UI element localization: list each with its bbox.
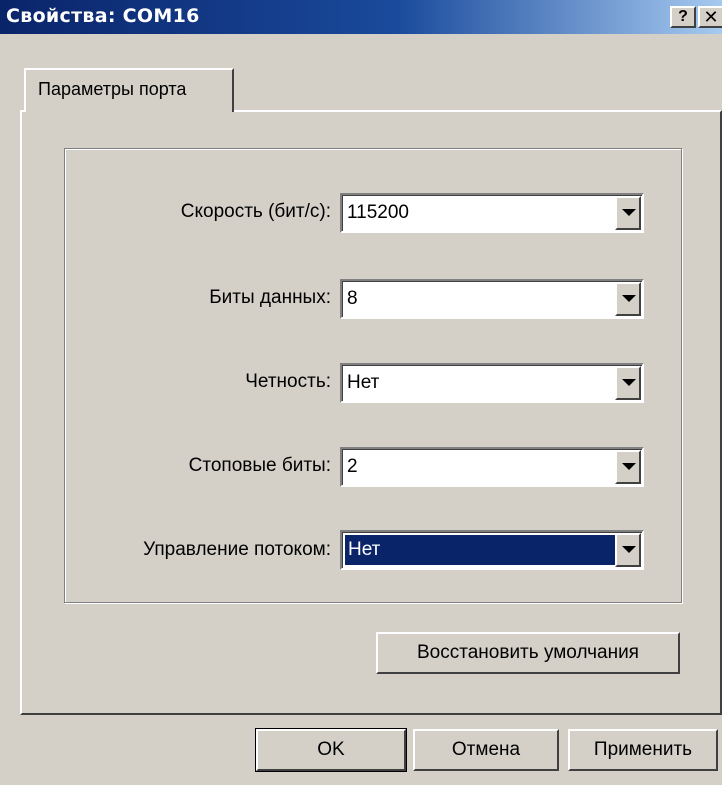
cancel-button[interactable]: Отмена bbox=[413, 729, 559, 771]
close-button[interactable]: ✕ bbox=[698, 6, 722, 28]
baud-rate-label: Скорость (бит/с): bbox=[180, 201, 331, 222]
ok-button[interactable]: OK bbox=[255, 728, 407, 772]
tab-port-settings[interactable]: Параметры порта bbox=[24, 68, 234, 112]
flow-control-select[interactable]: Нет bbox=[340, 530, 644, 570]
chevron-down-icon[interactable] bbox=[615, 450, 641, 484]
tab-port-settings-label: Параметры порта bbox=[38, 79, 187, 99]
data-bits-label: Биты данных: bbox=[209, 287, 331, 308]
help-button[interactable]: ? bbox=[670, 6, 696, 28]
flow-control-label: Управление потоком: bbox=[143, 539, 331, 560]
chevron-down-icon[interactable] bbox=[615, 282, 641, 316]
baud-rate-select[interactable]: 115200 bbox=[340, 193, 644, 233]
stop-bits-label: Стоповые биты: bbox=[188, 455, 331, 476]
title-bar[interactable]: Свойства: COM16 ? ✕ bbox=[0, 0, 722, 34]
chevron-down-icon[interactable] bbox=[615, 196, 641, 230]
parity-select[interactable]: Нет bbox=[340, 363, 644, 403]
restore-defaults-button[interactable]: Восстановить умолчания bbox=[376, 632, 680, 674]
parity-value: Нет bbox=[347, 372, 380, 393]
parity-label: Четность: bbox=[245, 371, 331, 392]
data-bits-value: 8 bbox=[347, 288, 358, 309]
baud-rate-value: 115200 bbox=[347, 202, 409, 223]
flow-control-value: Нет bbox=[345, 535, 618, 565]
stop-bits-value: 2 bbox=[347, 456, 358, 477]
data-bits-select[interactable]: 8 bbox=[340, 279, 644, 319]
chevron-down-icon[interactable] bbox=[615, 533, 641, 567]
apply-button[interactable]: Применить bbox=[568, 729, 718, 771]
window-title: Свойства: COM16 bbox=[6, 5, 200, 27]
chevron-down-icon[interactable] bbox=[615, 366, 641, 400]
stop-bits-select[interactable]: 2 bbox=[340, 447, 644, 487]
